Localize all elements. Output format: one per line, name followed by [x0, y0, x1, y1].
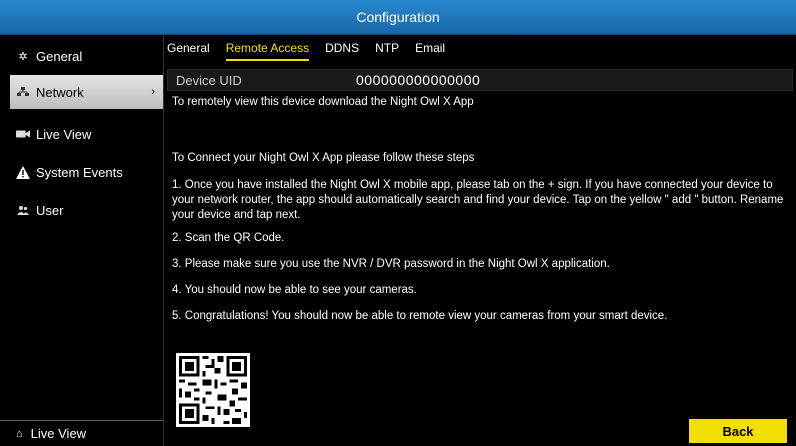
tab-ddns[interactable]: DDNS: [325, 41, 359, 61]
instructions-heading: To Connect your Night Owl X App please f…: [172, 152, 475, 164]
sidebar-item-label: User: [36, 202, 64, 218]
device-uid-value: 000000000000000: [356, 72, 481, 88]
step-5: 5. Congratulations! You should now be ab…: [172, 310, 668, 322]
device-uid-row: Device UID 000000000000000: [167, 69, 793, 91]
tab-remote-access[interactable]: Remote Access: [225, 41, 310, 61]
main-content: General Remote Access DDNS NTP Email Dev…: [164, 35, 796, 446]
sidebar-item-label: Network: [36, 84, 84, 100]
sidebar-item-label: System Events: [36, 164, 123, 180]
sidebar-item-label: Live View: [36, 126, 92, 142]
sidebar-item-general[interactable]: ✲ General: [0, 39, 163, 73]
step-3: 3. Please make sure you use the NVR / DV…: [172, 258, 610, 270]
tab-general[interactable]: General: [167, 41, 210, 61]
tab-ntp[interactable]: NTP: [375, 41, 399, 61]
sidebar-item-network[interactable]: Network ›: [10, 75, 163, 109]
home-icon: ⌂: [16, 427, 23, 440]
step-4: 4. You should now be able to see your ca…: [172, 284, 417, 296]
warning-icon: [16, 165, 30, 179]
live-view-shortcut[interactable]: ⌂ Live View: [0, 420, 163, 446]
tab-email[interactable]: Email: [415, 41, 445, 61]
tab-bar: General Remote Access DDNS NTP Email: [167, 41, 461, 61]
sidebar-item-label: General: [36, 48, 83, 64]
step-1: 1. Once you have installed the Night Owl…: [172, 179, 784, 221]
network-icon: [16, 85, 30, 99]
device-uid-label: Device UID: [176, 72, 242, 88]
title-bar: Configuration: [0, 0, 796, 35]
qr-code: [176, 353, 250, 427]
sidebar: ✲ General Network › Live View System Eve…: [0, 35, 164, 446]
step-2: 2. Scan the QR Code.: [172, 232, 285, 244]
gear-icon: ✲: [18, 50, 28, 63]
users-icon: [16, 203, 30, 217]
window-title: Configuration: [356, 9, 440, 25]
camera-icon: [16, 127, 30, 141]
sidebar-item-user[interactable]: User: [0, 193, 163, 227]
chevron-right-icon: ›: [151, 86, 155, 98]
sidebar-item-system-events[interactable]: System Events: [0, 155, 163, 189]
back-button[interactable]: Back: [689, 419, 787, 443]
sidebar-item-live-view[interactable]: Live View: [0, 117, 163, 151]
live-view-shortcut-label: Live View: [30, 426, 87, 441]
download-note: To remotely view this device download th…: [172, 96, 474, 108]
